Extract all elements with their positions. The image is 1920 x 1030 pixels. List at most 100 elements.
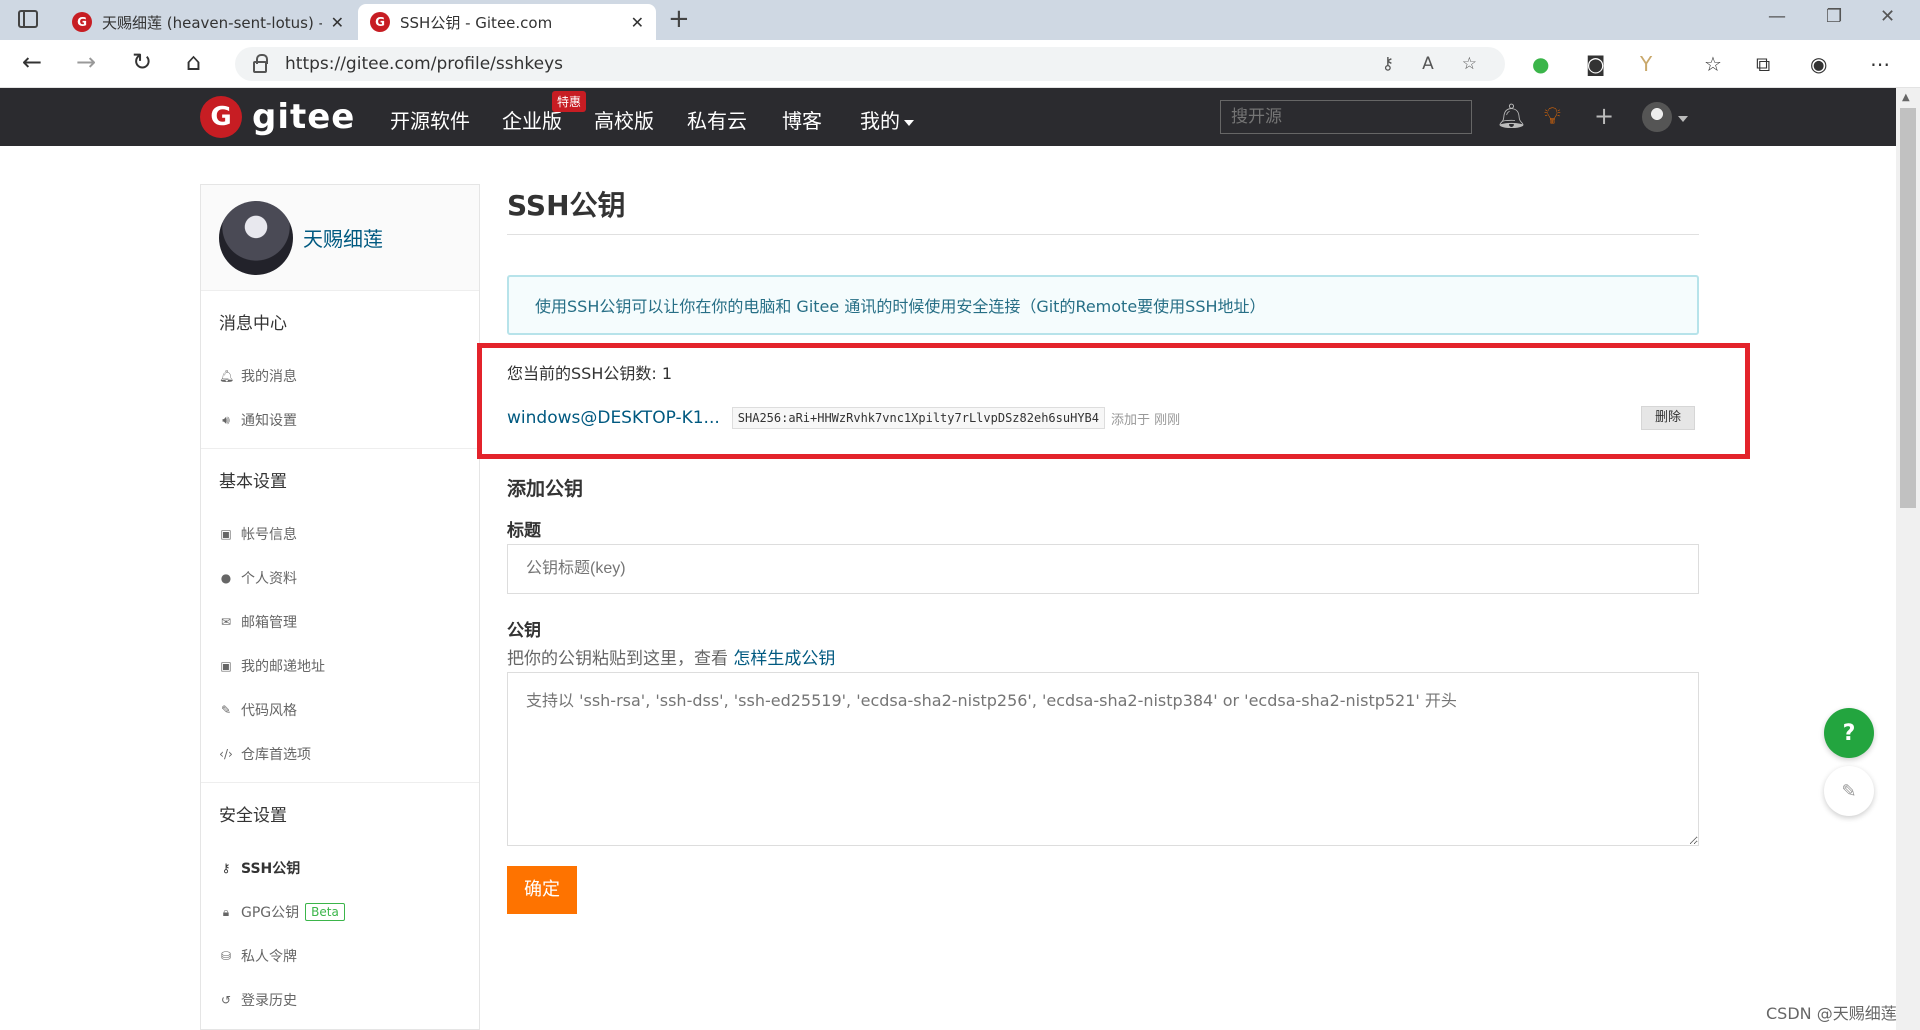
read-aloud-icon[interactable]: A	[1422, 54, 1434, 74]
sidebar-item-gpg-keys[interactable]: 🔒︎ GPG公钥 Beta	[201, 890, 479, 934]
sidebar-item-notify-settings[interactable]: 🔊︎ 通知设置	[201, 398, 479, 442]
lock-icon: 🔒︎	[222, 904, 230, 919]
profile-icon[interactable]: ◉	[1810, 52, 1827, 76]
gitee-logo[interactable]: G gitee	[200, 96, 355, 138]
sidebar-item-login-history[interactable]: ↺ 登录历史	[201, 978, 479, 1022]
gitee-favicon-icon: G	[370, 12, 390, 32]
key-icon[interactable]: ⚷	[1382, 54, 1394, 74]
help-button[interactable]: ?	[1824, 708, 1874, 758]
promo-badge: 特惠	[552, 91, 587, 112]
bell-icon[interactable]: 🔔︎	[1496, 102, 1526, 130]
url-text: https://gitee.com/profile/sshkeys	[285, 54, 564, 74]
sidebar-item-label: 私人令牌	[241, 949, 297, 965]
lightbulb-icon[interactable]: 💡︎	[1544, 102, 1561, 130]
section-security: 安全设置 ⚷ SSH公钥 🔒︎ GPG公钥 Beta ⛁ 私人令牌 ↺ 登录历史	[201, 783, 479, 1028]
plus-icon[interactable]: +	[1594, 102, 1614, 130]
avatar[interactable]	[219, 200, 293, 275]
sidebar-item-label: 登录历史	[241, 993, 297, 1009]
sidebar-item-my-messages[interactable]: 🔔︎ 我的消息	[201, 354, 479, 398]
key-name-link[interactable]: windows@DESKTOP-K1...	[507, 408, 720, 428]
nav-private-cloud[interactable]: 私有云	[687, 105, 747, 134]
search-input[interactable]	[1220, 100, 1472, 134]
tab-actions-icon[interactable]	[18, 10, 38, 28]
sidebar-item-ssh-keys[interactable]: ⚷ SSH公钥	[201, 846, 479, 890]
favorite-add-icon[interactable]: ☆	[1462, 54, 1477, 74]
key-hint-text: 把你的公钥粘贴到这里，查看	[507, 649, 728, 669]
nav-enterprise-label: 企业版	[502, 109, 562, 133]
submit-button[interactable]: 确定	[507, 866, 577, 914]
delete-key-button[interactable]: 删除	[1641, 406, 1695, 430]
scrollbar-thumb[interactable]	[1900, 108, 1916, 508]
key-added-time: 添加于 刚刚	[1111, 412, 1181, 428]
nav-opensource[interactable]: 开源软件	[390, 105, 470, 134]
restore-icon[interactable]: ❐	[1826, 6, 1842, 27]
tab-title: SSH公钥 - Gitee.com	[400, 13, 553, 32]
bell-icon: 🔔︎	[219, 369, 235, 383]
more-icon[interactable]: ⋯	[1870, 52, 1890, 76]
token-icon: ⛁	[220, 949, 232, 963]
gitee-favicon-icon: G	[72, 12, 92, 32]
nav-blog[interactable]: 博客	[782, 105, 822, 134]
extension-y-icon[interactable]: Y	[1640, 52, 1652, 76]
address-bar[interactable]: https://gitee.com/profile/sshkeys ⚷ A ☆	[235, 47, 1505, 81]
sidebar-item-label: 通知设置	[241, 413, 297, 429]
public-key-textarea[interactable]	[507, 672, 1699, 846]
key-icon: ⚷	[221, 861, 231, 875]
favorites-icon[interactable]: ☆	[1704, 52, 1722, 76]
user-avatar[interactable]	[1642, 102, 1672, 132]
sidebar-item-label: 邮箱管理	[241, 615, 297, 631]
nav-education[interactable]: 高校版	[594, 105, 654, 134]
forward-icon[interactable]: →	[76, 48, 96, 76]
refresh-icon[interactable]: ↻	[132, 48, 152, 76]
id-card-icon: ▣	[220, 527, 232, 541]
sidebar-item-profile[interactable]: ● 个人资料	[201, 556, 479, 600]
key-title-input[interactable]	[507, 544, 1699, 594]
sidebar-item-repo-prefs[interactable]: ‹/› 仓库首选项	[201, 732, 479, 776]
section-title: 安全设置	[219, 806, 287, 826]
minimize-icon[interactable]: —	[1768, 6, 1786, 27]
page-scrollbar[interactable]: ▲	[1896, 88, 1920, 1030]
sidebar-item-address[interactable]: ▣ 我的邮递地址	[201, 644, 479, 688]
nav-mine[interactable]: 我的	[860, 105, 914, 134]
sidebar-profile: 天赐细莲	[201, 185, 479, 291]
add-key-heading: 添加公钥	[507, 478, 584, 500]
key-label: 公钥	[507, 621, 541, 641]
home-icon[interactable]: ⌂	[186, 48, 201, 76]
sidebar-item-code-style[interactable]: ✎ 代码风格	[201, 688, 479, 732]
user-icon: ●	[220, 571, 232, 585]
section-basic: 基本设置 ▣ 帐号信息 ● 个人资料 ✉ 邮箱管理 ▣ 我的邮递地址 ✎ 代码风格 ‹/›…	[201, 449, 479, 783]
chevron-down-icon[interactable]	[1678, 116, 1688, 122]
gitee-header: G gitee 开源软件 企业版 特惠 高校版 私有云 博客 我的 🔔︎ 💡︎ …	[0, 88, 1896, 146]
back-icon[interactable]: ←	[22, 48, 42, 76]
nav-enterprise[interactable]: 企业版 特惠	[502, 91, 587, 134]
sidebar-item-label: 帐号信息	[241, 527, 297, 543]
page-title: SSH公钥	[507, 184, 1699, 235]
browser-tab-profile[interactable]: G 天赐细莲 (heaven-sent-lotus) - G ✕	[60, 4, 356, 40]
feedback-edit-icon[interactable]: ✎	[1824, 766, 1874, 816]
logo-text: gitee	[252, 97, 356, 137]
main-content: SSH公钥 使用SSH公钥可以让你在你的电脑和 Gitee 通讯的时候使用安全连…	[477, 184, 1750, 914]
sidebar-item-label: GPG公钥	[241, 905, 300, 921]
scroll-up-icon[interactable]: ▲	[1902, 92, 1910, 103]
sidebar-item-label: 代码风格	[241, 703, 297, 719]
sidebar-item-label: 仓库首选项	[241, 747, 311, 763]
close-tab-icon[interactable]: ✕	[331, 13, 344, 32]
username-link[interactable]: 天赐细莲	[303, 223, 383, 252]
new-tab-icon[interactable]: +	[668, 4, 690, 34]
browser-tab-sshkeys[interactable]: G SSH公钥 - Gitee.com ✕	[358, 4, 656, 40]
sidebar-item-tokens[interactable]: ⛁ 私人令牌	[201, 934, 479, 978]
title-label: 标题	[507, 521, 541, 541]
sidebar-item-account[interactable]: ▣ 帐号信息	[201, 512, 479, 556]
how-to-generate-link[interactable]: 怎样生成公钥	[733, 649, 835, 669]
speaker-icon: 🔊︎	[222, 412, 230, 427]
gitee-logo-icon: G	[200, 96, 242, 138]
close-tab-icon[interactable]: ✕	[631, 13, 644, 32]
key-count-text: 您当前的SSH公钥数: 1	[507, 364, 673, 383]
extension-green-icon[interactable]: ●	[1532, 52, 1549, 76]
sidebar-item-email[interactable]: ✉ 邮箱管理	[201, 600, 479, 644]
extension-game-icon[interactable]: ◙	[1586, 52, 1605, 76]
sidebar-item-label: 个人资料	[241, 571, 297, 587]
collections-icon[interactable]: ⧉	[1756, 52, 1770, 76]
close-window-icon[interactable]: ✕	[1880, 6, 1895, 27]
chevron-down-icon	[904, 119, 914, 126]
